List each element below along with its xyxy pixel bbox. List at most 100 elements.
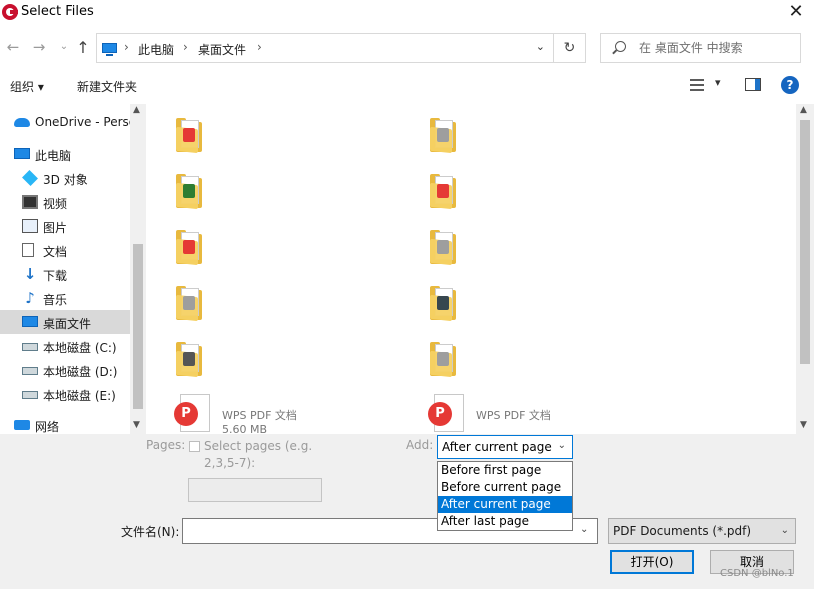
file-type-caption: WPS PDF 文档 [476, 409, 551, 422]
close-icon[interactable]: ✕ [786, 2, 806, 22]
nav-item-label: 图片 [43, 221, 68, 235]
refresh-button[interactable]: ↻ [554, 33, 586, 63]
address-row: ← → ⌄ ↑ › 此电脑 › 桌面文件 › ⌄ ↻ [0, 30, 814, 66]
add-position-value: After current page [442, 440, 552, 454]
onedrive-icon [14, 118, 30, 127]
search-input[interactable] [639, 39, 797, 57]
folder-item[interactable] [174, 110, 234, 162]
folder-item[interactable] [428, 110, 488, 162]
nav-item[interactable]: ♪ 音乐 [0, 286, 130, 310]
back-arrow-icon[interactable]: ← [4, 38, 22, 56]
drive-icon [22, 367, 38, 375]
folder-icon [430, 230, 460, 266]
open-button[interactable]: 打开(O) [610, 550, 694, 574]
pdf-file-item[interactable]: P [174, 394, 210, 434]
select-pages-checkbox[interactable] [189, 441, 200, 452]
nav-item[interactable]: 图片 [0, 214, 130, 238]
nav-item[interactable]: 网络 [0, 413, 130, 434]
folder-item[interactable] [428, 278, 488, 330]
file-type-select[interactable]: PDF Documents (*.pdf) ⌄ [608, 518, 796, 544]
scroll-down-icon[interactable]: ▼ [800, 420, 807, 430]
nav-scrollbar[interactable]: ▲ ▼ [130, 104, 146, 434]
breadcrumb-separator: › [183, 40, 188, 54]
command-toolbar: 组织 ▾ 新建文件夹 ▾ ? [0, 72, 814, 100]
folder-item[interactable] [174, 166, 234, 218]
filename-history-icon[interactable]: ⌄ [580, 524, 588, 535]
nav-item-label: 本地磁盘 (D:) [43, 365, 118, 379]
nav-item-label: 文档 [43, 245, 68, 259]
nav-item[interactable]: 本地磁盘 (D:) [0, 358, 130, 382]
folder-item[interactable] [428, 166, 488, 218]
folder-icon [176, 342, 206, 378]
nav-scroll-thumb[interactable] [133, 244, 143, 409]
video-icon [22, 195, 38, 209]
folder-item[interactable] [174, 278, 234, 330]
new-folder-button[interactable]: 新建文件夹 [77, 78, 137, 95]
folder-icon [176, 118, 206, 154]
nav-item[interactable]: 此电脑 [0, 142, 130, 166]
organize-button[interactable]: 组织 ▾ [10, 78, 44, 95]
folder-item[interactable] [174, 334, 234, 386]
pdf-file-item[interactable]: P [428, 394, 464, 434]
folder-item[interactable] [428, 334, 488, 386]
nav-item[interactable]: 视频 [0, 190, 130, 214]
window-title: Select Files [21, 4, 94, 19]
scroll-up-icon[interactable]: ▲ [133, 105, 140, 115]
3d-objects-icon [22, 170, 38, 186]
folder-icon [176, 230, 206, 266]
nav-item[interactable]: 文档 [0, 238, 130, 262]
nav-item[interactable]: ↓ 下载 [0, 262, 130, 286]
folder-icon [430, 286, 460, 322]
pages-range-input[interactable] [188, 478, 322, 502]
file-scrollbar[interactable]: ▲ ▼ [796, 104, 814, 434]
nav-item-label: 此电脑 [35, 149, 72, 163]
help-icon[interactable]: ? [781, 76, 799, 94]
folder-item[interactable] [428, 222, 488, 274]
add-position-option[interactable]: After last page [438, 513, 572, 530]
nav-item[interactable]: 3D 对象 [0, 166, 130, 190]
recent-dropdown-icon[interactable]: ⌄ [55, 41, 73, 52]
scroll-down-icon[interactable]: ▼ [133, 420, 140, 430]
nav-item-label: 下载 [43, 269, 68, 283]
this-pc-icon [102, 43, 117, 56]
add-position-option[interactable]: Before current page [438, 479, 572, 496]
dialog-footer: Pages: Select pages (e.g. 2,3,5-7): Add:… [0, 434, 814, 589]
search-box[interactable] [600, 33, 801, 63]
add-position-option[interactable]: After current page [438, 496, 572, 513]
breadcrumb-this-pc[interactable]: 此电脑 [138, 41, 174, 58]
view-dropdown-icon[interactable]: ▾ [715, 76, 721, 89]
forward-arrow-icon[interactable]: → [30, 38, 48, 56]
nav-item[interactable]: OneDrive - Perso [0, 110, 136, 134]
nav-item-label: 本地磁盘 (E:) [43, 389, 116, 403]
nav-item-label: 本地磁盘 (C:) [43, 341, 117, 355]
folder-item[interactable] [174, 222, 234, 274]
up-arrow-icon[interactable]: ↑ [74, 38, 92, 57]
view-options-icon[interactable] [690, 78, 704, 92]
folder-icon [430, 118, 460, 154]
drive-icon [22, 343, 38, 351]
address-dropdown-icon[interactable]: ⌄ [536, 40, 545, 53]
pictures-icon [22, 219, 38, 233]
breadcrumb-desktop-files[interactable]: 桌面文件 [198, 41, 246, 58]
chevron-down-icon: ⌄ [557, 440, 566, 451]
add-position-dropdown: Before first page Before current page Afte… [437, 461, 573, 531]
nav-item-label: OneDrive - Perso [35, 115, 137, 129]
add-position-select[interactable]: After current page ⌄ [437, 435, 573, 459]
nav-item[interactable]: 本地磁盘 (E:) [0, 382, 130, 406]
nav-item-label: 音乐 [43, 293, 68, 307]
add-position-option[interactable]: Before first page [438, 462, 572, 479]
file-type-caption: WPS PDF 文档 [222, 409, 297, 422]
filename-label: 文件名(N): [121, 525, 180, 539]
file-scroll-thumb[interactable] [800, 120, 810, 364]
documents-icon [22, 243, 34, 257]
navigation-pane: OneDrive - Perso 此电脑 3D 对象 视频图片文档 ↓ 下载 ♪ 音乐桌面文件… [0, 104, 146, 434]
drive-icon [22, 391, 38, 399]
preview-pane-icon[interactable] [745, 78, 761, 91]
nav-item[interactable]: 桌面文件 [0, 310, 130, 334]
music-icon: ♪ [25, 289, 35, 307]
pages-label: Pages: [146, 438, 186, 452]
network-icon [14, 420, 30, 430]
scroll-up-icon[interactable]: ▲ [800, 105, 807, 115]
address-bar[interactable]: › 此电脑 › 桌面文件 › ⌄ [96, 33, 554, 63]
nav-item[interactable]: 本地磁盘 (C:) [0, 334, 130, 358]
